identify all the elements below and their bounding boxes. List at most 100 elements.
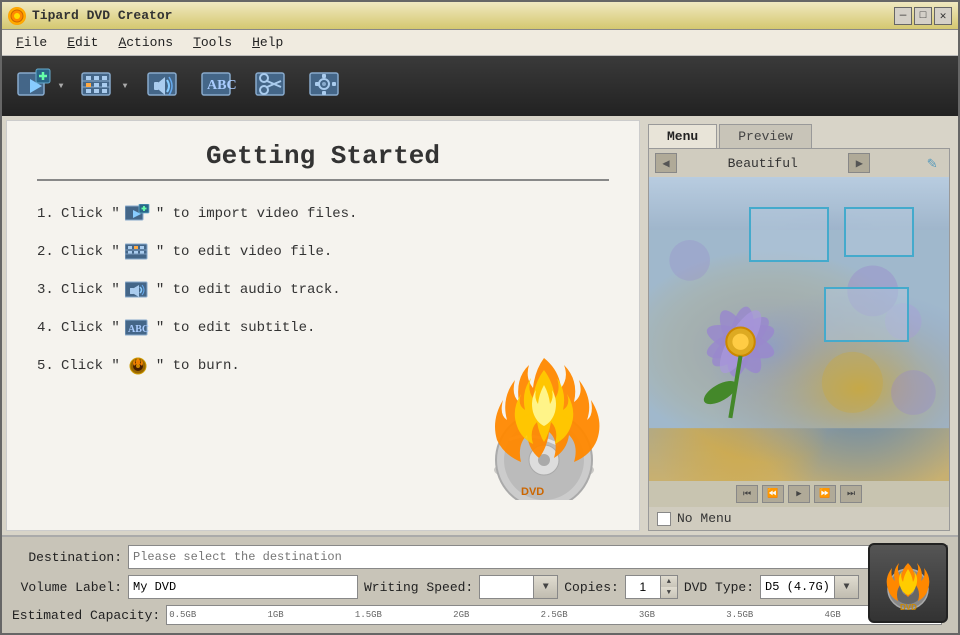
cap-2.5gb: 2.5GB <box>541 610 568 620</box>
step-4-icon: ABC <box>124 317 152 339</box>
cap-2gb: 2GB <box>453 610 469 620</box>
menu-help[interactable]: Help <box>242 32 293 53</box>
cap-1gb: 1GB <box>267 610 283 620</box>
title-bar: Tipard DVD Creator — □ ✕ <box>2 2 958 30</box>
burn-button[interactable]: DVD <box>868 543 948 623</box>
step-2-icon <box>124 241 152 263</box>
app-icon <box>8 7 26 25</box>
step-4-text-after: " to edit subtitle. <box>156 320 316 336</box>
minimize-button[interactable]: — <box>894 7 912 25</box>
rewind-button[interactable]: ⏪ <box>762 485 784 503</box>
tab-preview[interactable]: Preview <box>719 124 812 148</box>
copies-label: Copies: <box>564 580 619 595</box>
step-3-num: 3. <box>37 282 57 298</box>
add-video-button[interactable]: ▼ <box>12 62 72 110</box>
estimated-capacity-label: Estimated Capacity: <box>12 608 160 623</box>
cap-0.5gb: 0.5GB <box>169 610 196 620</box>
step-2-text-before: Click " <box>61 244 120 260</box>
getting-started-panel: Getting Started 1. Click " <box>6 120 640 531</box>
step-3-text-before: Click " <box>61 282 120 298</box>
step-2-num: 2. <box>37 244 57 260</box>
preview-area: ◀ Beautiful ▶ ✎ <box>648 148 950 531</box>
writing-speed-label: Writing Speed: <box>364 580 473 595</box>
destination-row: Destination: ▼ <box>12 545 948 569</box>
maximize-button[interactable]: □ <box>914 7 932 25</box>
copies-spinner[interactable]: ▲ ▼ <box>660 575 678 599</box>
step-5-text-before: Click " <box>61 358 120 374</box>
menu-tools[interactable]: Tools <box>183 32 242 53</box>
edit-video-dropdown-arrow[interactable]: ▼ <box>118 67 132 105</box>
cap-4gb: 4GB <box>825 610 841 620</box>
edit-menu-icon[interactable]: ✎ <box>921 153 943 173</box>
destination-input[interactable] <box>128 545 924 569</box>
edit-subtitle-button[interactable]: ABC <box>194 62 244 110</box>
close-button[interactable]: ✕ <box>934 7 952 25</box>
toolbar: ▼ ▼ <box>2 56 958 116</box>
menu-name: Beautiful <box>728 156 798 171</box>
copies-down[interactable]: ▼ <box>661 587 677 598</box>
capacity-row: Estimated Capacity: 0.5GB 1GB 1.5GB 2GB … <box>12 605 948 625</box>
step-5-icon <box>124 355 152 377</box>
step-4-text-before: Click " <box>61 320 120 336</box>
media-controls: ⏮ ⏪ ▶ ⏩ ⏭ <box>649 481 949 507</box>
cap-3gb: 3GB <box>639 610 655 620</box>
svg-text:DVD: DVD <box>900 603 917 612</box>
step-5-text-after: " to burn. <box>156 358 240 374</box>
copies-up[interactable]: ▲ <box>661 576 677 587</box>
prev-menu-arrow[interactable]: ◀ <box>655 153 677 173</box>
window-controls: — □ ✕ <box>894 7 952 25</box>
no-menu-row: No Menu <box>649 507 949 530</box>
step-2: 2. Click " <box>37 241 609 263</box>
thumbnail-1 <box>749 207 829 262</box>
volume-row: Volume Label: Writing Speed: ▼ Copies: ▲… <box>12 575 948 599</box>
edit-video-button[interactable]: ▼ <box>76 62 136 110</box>
tab-menu[interactable]: Menu <box>648 124 717 148</box>
dvd-type-dropdown[interactable]: ▼ <box>835 575 859 599</box>
menu-edit[interactable]: Edit <box>57 32 108 53</box>
main-content: Getting Started 1. Click " <box>2 116 958 535</box>
settings-button[interactable] <box>302 62 352 110</box>
destination-label: Destination: <box>12 550 122 565</box>
add-video-dropdown-arrow[interactable]: ▼ <box>54 67 68 105</box>
no-menu-checkbox[interactable] <box>657 512 671 526</box>
step-1: 1. Click " " to import video files. <box>37 203 609 225</box>
play-button[interactable]: ▶ <box>788 485 810 503</box>
svg-text:DVD: DVD <box>521 486 544 498</box>
flame-dvd-decoration: DVD <box>479 350 609 500</box>
no-menu-label: No Menu <box>677 511 732 526</box>
menu-file[interactable]: File <box>6 32 57 53</box>
volume-input[interactable] <box>128 575 358 599</box>
thumbnail-2 <box>844 207 914 257</box>
burn-cut-button[interactable] <box>248 62 298 110</box>
next-menu-arrow[interactable]: ▶ <box>848 153 870 173</box>
writing-speed-input[interactable] <box>479 575 534 599</box>
skip-forward-button[interactable]: ⏭ <box>840 485 862 503</box>
cap-1.5gb: 1.5GB <box>355 610 382 620</box>
thumbnail-3 <box>824 287 909 342</box>
getting-started-title: Getting Started <box>37 141 609 181</box>
svg-text:ABC: ABC <box>128 324 149 335</box>
dvd-type-input[interactable] <box>760 575 835 599</box>
edit-audio-button[interactable] <box>140 62 190 110</box>
menu-bar: File Edit Actions Tools Help <box>2 30 958 56</box>
step-1-text-before: Click " <box>61 206 120 222</box>
window-title: Tipard DVD Creator <box>32 8 894 23</box>
copies-input[interactable] <box>625 575 660 599</box>
svg-text:ABC: ABC <box>207 78 237 93</box>
writing-speed-dropdown[interactable]: ▼ <box>534 575 558 599</box>
step-1-icon <box>124 203 152 225</box>
step-4: 4. Click " ABC " to edit subtitle. <box>37 317 609 339</box>
cap-3.5gb: 3.5GB <box>726 610 753 620</box>
preview-tabs: Menu Preview <box>644 120 954 148</box>
step-3: 3. Click " " to edit audio track. <box>37 279 609 301</box>
dvd-type-label: DVD Type: <box>684 580 754 595</box>
preview-panel: Menu Preview ◀ Beautiful ▶ ✎ <box>644 120 954 531</box>
menu-nav: ◀ Beautiful ▶ ✎ <box>649 149 949 177</box>
step-3-icon <box>124 279 152 301</box>
preview-image <box>649 177 949 481</box>
flower-background <box>649 177 949 481</box>
bottom-panel: Destination: ▼ Volume Label: Writing Spe… <box>2 535 958 633</box>
fast-forward-button[interactable]: ⏩ <box>814 485 836 503</box>
menu-actions[interactable]: Actions <box>108 32 183 53</box>
skip-back-button[interactable]: ⏮ <box>736 485 758 503</box>
